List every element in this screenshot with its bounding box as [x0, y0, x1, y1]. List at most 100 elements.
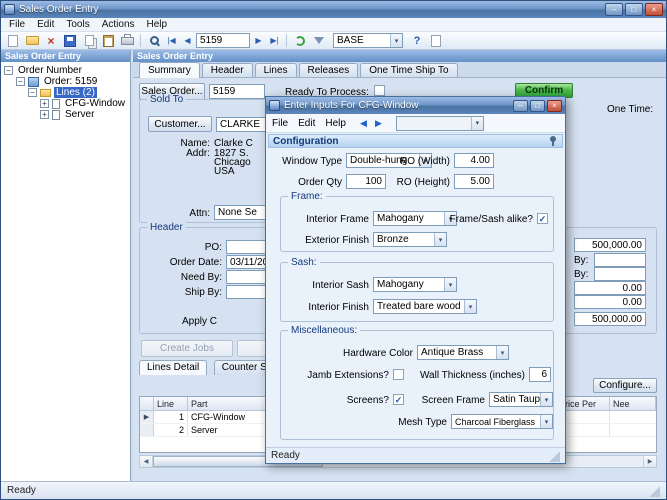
print-button[interactable]	[118, 33, 136, 49]
tree-item-lines[interactable]: − Lines (2)	[1, 87, 130, 98]
one-time-label: One Time:	[607, 104, 654, 115]
dialog-icon	[269, 100, 280, 111]
screen-frame-select[interactable]: Satin Taupe ▾	[489, 392, 553, 407]
menu-file[interactable]: File	[3, 19, 31, 30]
exterior-finish-select[interactable]: Bronze ▾	[373, 232, 447, 247]
status-text: Ready	[7, 485, 36, 496]
hardware-color-select[interactable]: Antique Brass ▾	[417, 345, 509, 360]
copy-icon	[84, 35, 94, 46]
search-button[interactable]	[145, 33, 163, 49]
open-button[interactable]	[23, 33, 41, 49]
summary-order-number-field[interactable]	[209, 84, 265, 99]
table-header-line[interactable]: Line	[154, 397, 188, 411]
dialog-menu-edit[interactable]: Edit	[298, 118, 315, 129]
tree-item-order-number[interactable]: − Order Number	[1, 65, 130, 76]
menu-help[interactable]: Help	[141, 19, 174, 30]
apply-label: Apply C	[182, 316, 218, 327]
maximize-button[interactable]: □	[625, 3, 643, 16]
delete-button[interactable]: ×	[42, 33, 60, 49]
order-qty-field[interactable]	[346, 174, 386, 189]
misc-group-title: Miscellaneous:	[288, 325, 361, 336]
dialog-menu-file[interactable]: File	[272, 118, 288, 129]
tab-summary[interactable]: Summary	[139, 62, 200, 78]
menu-actions[interactable]: Actions	[96, 19, 141, 30]
amount-field-1[interactable]	[574, 281, 646, 295]
pin-icon[interactable]	[548, 135, 558, 147]
tree-item-order-5159[interactable]: − Order: 5159	[1, 76, 130, 87]
create-jobs-button[interactable]: Create Jobs	[141, 340, 233, 357]
table-header-need[interactable]: Nee	[610, 397, 656, 411]
miscellaneous-group: Miscellaneous: Hardware Color Antique Br…	[280, 325, 554, 440]
dialog-status-text: Ready	[271, 450, 300, 461]
base-select[interactable]: BASE ▾	[333, 33, 403, 48]
interior-sash-select[interactable]: Mahogany ▾	[373, 277, 457, 292]
amount-field-2[interactable]	[574, 295, 646, 309]
close-button[interactable]: ×	[645, 3, 663, 16]
tab-releases[interactable]: Releases	[298, 63, 359, 77]
screen-frame-label: Screen Frame	[421, 395, 485, 406]
dialog-resize-grip[interactable]	[548, 449, 560, 462]
ro-height-field[interactable]	[454, 174, 494, 189]
collapse-icon[interactable]: −	[4, 66, 13, 75]
dialog-minimize-button[interactable]: –	[513, 99, 528, 112]
by-field-2[interactable]	[594, 267, 646, 281]
screens-checkbox[interactable]: ✓	[393, 394, 404, 405]
mesh-type-select[interactable]: Charcoal Fiberglass ▾	[451, 414, 553, 429]
frame-sash-alike-checkbox[interactable]: ✓	[537, 213, 548, 224]
dialog-close-button[interactable]: ×	[547, 99, 562, 112]
scroll-right-button[interactable]: ▶	[643, 456, 656, 467]
filter-button[interactable]	[310, 33, 328, 49]
expand-icon[interactable]: +	[40, 110, 49, 119]
status-bar: Ready	[1, 481, 666, 499]
tab-lines-detail[interactable]: Lines Detail	[139, 360, 208, 375]
help-button[interactable]: ?	[408, 33, 426, 49]
minimize-button[interactable]: –	[605, 3, 623, 16]
tab-header[interactable]: Header	[201, 63, 253, 77]
header-group-title: Header	[147, 222, 186, 233]
next-record-button[interactable]: ▶	[251, 33, 266, 48]
menu-tools[interactable]: Tools	[60, 19, 95, 30]
new-button[interactable]	[4, 33, 22, 49]
copy-button[interactable]	[80, 33, 98, 49]
by-field-1[interactable]	[594, 253, 646, 267]
interior-finish-select[interactable]: Treated bare wood ▾	[373, 299, 477, 314]
nav-next-button[interactable]: ▶	[371, 116, 386, 130]
collapse-icon[interactable]: −	[16, 77, 25, 86]
prev-record-button[interactable]: ◀	[180, 33, 195, 48]
tab-lines[interactable]: Lines	[254, 63, 297, 77]
refresh-icon	[295, 35, 305, 46]
interior-sash-label: Interior Sash	[312, 280, 369, 291]
dialog-maximize-button[interactable]: □	[530, 99, 545, 112]
order-amount-field[interactable]	[574, 238, 646, 252]
dialog-menu-help[interactable]: Help	[325, 118, 346, 129]
tab-one-time-ship-to[interactable]: One Time Ship To	[360, 63, 458, 77]
nav-prev-button[interactable]: ◀	[356, 116, 371, 130]
refresh-button[interactable]	[291, 33, 309, 49]
scroll-left-button[interactable]: ◀	[140, 456, 153, 467]
menu-edit[interactable]: Edit	[31, 19, 60, 30]
dialog-nav-select[interactable]: ▾	[395, 115, 484, 131]
resize-grip[interactable]	[648, 484, 660, 497]
jamb-extensions-label: Jamb Extensions?	[307, 370, 389, 381]
save-button[interactable]	[61, 33, 79, 49]
ro-width-field[interactable]	[454, 153, 494, 168]
tree-item-server[interactable]: + Server	[1, 109, 130, 120]
jamb-extensions-checkbox[interactable]	[393, 369, 404, 380]
frame-sash-alike-label: Frame/Sash alike?	[449, 214, 533, 225]
search-icon	[149, 36, 160, 47]
configure-button[interactable]: Configure...	[593, 378, 657, 393]
last-record-button[interactable]: ▶|	[267, 33, 282, 48]
interior-frame-label: Interior Frame	[306, 214, 369, 225]
tree-item-cfg-window[interactable]: + CFG-Window	[1, 98, 130, 109]
first-record-button[interactable]: |◀	[164, 33, 179, 48]
customer-button[interactable]: Customer...	[148, 116, 212, 132]
app-window: Sales Order Entry – □ × File Edit Tools …	[0, 0, 667, 500]
expand-icon[interactable]: +	[40, 99, 49, 108]
order-number-field[interactable]	[196, 33, 250, 48]
wall-thickness-field[interactable]	[529, 367, 551, 382]
collapse-icon[interactable]: −	[28, 88, 37, 97]
ready-to-process-checkbox[interactable]	[374, 85, 385, 96]
paste-button[interactable]	[99, 33, 117, 49]
info-button[interactable]	[427, 33, 445, 49]
order-total-field[interactable]	[574, 312, 646, 326]
